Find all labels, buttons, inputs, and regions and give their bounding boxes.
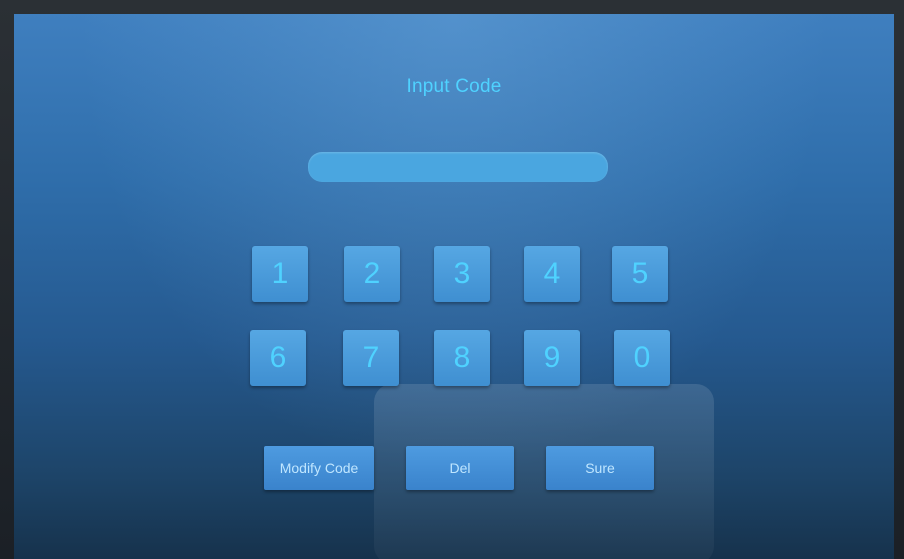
key-0[interactable]: 0 — [614, 330, 670, 386]
code-input[interactable] — [308, 152, 608, 182]
key-3[interactable]: 3 — [434, 246, 490, 302]
key-2[interactable]: 2 — [344, 246, 400, 302]
key-7[interactable]: 7 — [343, 330, 399, 386]
key-8[interactable]: 8 — [434, 330, 490, 386]
key-1[interactable]: 1 — [252, 246, 308, 302]
modify-code-button[interactable]: Modify Code — [264, 446, 374, 490]
sure-button[interactable]: Sure — [546, 446, 654, 490]
key-5[interactable]: 5 — [612, 246, 668, 302]
del-button[interactable]: Del — [406, 446, 514, 490]
key-6[interactable]: 6 — [250, 330, 306, 386]
key-9[interactable]: 9 — [524, 330, 580, 386]
code-entry-screen: Input Code 1 2 3 4 5 6 7 8 9 0 Modify Co… — [14, 14, 894, 559]
page-title: Input Code — [406, 76, 502, 97]
key-4[interactable]: 4 — [524, 246, 580, 302]
